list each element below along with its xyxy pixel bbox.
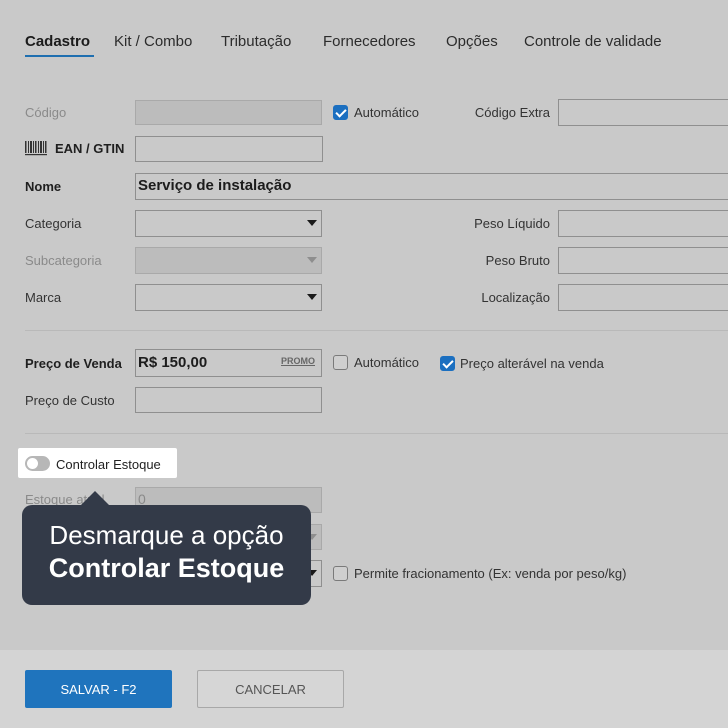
controlar-estoque-highlight[interactable]: Controlar Estoque [18,448,177,478]
preco-automatico-checkbox[interactable] [333,355,348,370]
tooltip-arrow [81,491,109,505]
fracionamento-label: Permite fracionamento (Ex: venda por pes… [354,566,627,581]
peso-liquido-input[interactable] [558,210,728,237]
preco-venda-input[interactable]: R$ 150,00 PROMO [135,349,322,377]
preco-custo-input[interactable] [135,387,322,413]
preco-alteravel-checkbox[interactable] [440,356,455,371]
peso-liquido-label: Peso Líquido [474,216,550,231]
nome-input[interactable]: Serviço de instalação [135,173,728,200]
barcode-icon [25,141,48,156]
tooltip-line2: Controlar Estoque [48,553,285,583]
categoria-select[interactable] [135,210,322,237]
preco-automatico-label: Automático [354,355,420,370]
tab-fornecedores[interactable]: Fornecedores [323,33,416,50]
peso-bruto-input[interactable] [558,247,728,274]
fracionamento-checkbox[interactable] [333,566,348,581]
localizacao-label: Localização [481,290,550,305]
tooltip-line1: Desmarque a opção [49,520,284,550]
ean-input[interactable] [135,136,323,162]
preco-venda-label: Preço de Venda [25,356,122,371]
ean-label: EAN / GTIN [55,141,125,156]
promo-link[interactable]: PROMO [281,356,315,366]
tab-controle-validade[interactable]: Controle de validade [524,33,662,50]
marca-label: Marca [25,290,62,305]
peso-bruto-label: Peso Bruto [485,253,550,268]
codigo-input[interactable] [135,100,322,125]
tab-opcoes[interactable]: Opções [446,33,498,50]
controlar-estoque-toggle[interactable] [25,456,50,471]
section-divider [25,330,728,331]
nome-label: Nome [25,179,62,194]
codigo-automatico-checkbox[interactable] [333,105,348,120]
codigo-extra-label: Código Extra [474,105,550,120]
section-divider [25,433,728,434]
localizacao-input[interactable] [558,284,728,311]
chevron-down-icon [307,294,317,300]
preco-custo-label: Preço de Custo [25,393,115,408]
active-tab-indicator [25,55,94,57]
controlar-estoque-label: Controlar Estoque [56,457,161,472]
preco-venda-value: R$ 150,00 [138,354,208,371]
save-button[interactable]: SALVAR - F2 [25,670,172,708]
codigo-extra-input[interactable] [558,99,728,126]
categoria-label: Categoria [25,216,82,231]
chevron-down-icon [307,220,317,226]
codigo-automatico-label: Automático [354,105,420,120]
codigo-label: Código [25,105,67,120]
tab-cadastro[interactable]: Cadastro [25,33,90,50]
preco-alteravel-label: Preço alterável na venda [460,356,604,371]
cancel-button[interactable]: CANCELAR [197,670,344,708]
subcategoria-select[interactable] [135,247,322,274]
tab-kit-combo[interactable]: Kit / Combo [114,33,192,50]
tab-tributacao[interactable]: Tributação [221,33,291,50]
marca-select[interactable] [135,284,322,311]
chevron-down-icon [307,257,317,263]
subcategoria-label: Subcategoria [25,253,102,268]
instruction-tooltip: Desmarque a opção Controlar Estoque [22,505,311,605]
